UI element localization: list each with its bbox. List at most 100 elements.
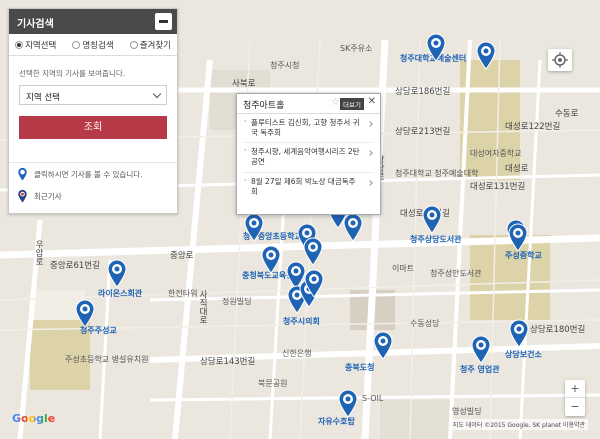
blue-pin-icon (304, 269, 324, 298)
article-label: 청주주성교 (80, 326, 117, 335)
article-pin[interactable] (260, 244, 282, 274)
place-label: SK주유소 (340, 44, 373, 53)
radio-dot (15, 40, 23, 49)
article-pin[interactable] (337, 388, 359, 418)
blue-pin-icon (75, 299, 95, 328)
article-pin[interactable] (470, 334, 492, 364)
article-search-panel: 기사검색 지역선택 명칭검색 즐겨찾기 선택한 지역의 기사를 보여줍니다. 지… (8, 8, 178, 214)
legend-item: 클릭하시면 기사를 볼 수 있습니다. (9, 163, 177, 185)
blue-pin-icon (373, 331, 393, 360)
blue-pin-icon (244, 213, 264, 242)
blue-pin-icon (508, 223, 528, 252)
zoom-out-button[interactable]: − (565, 398, 585, 416)
panel-title: 기사검색 (17, 19, 54, 30)
place-label: 이마트 (392, 264, 415, 273)
article-pin[interactable] (507, 222, 529, 252)
radio-favorites[interactable]: 즐겨찾기 (129, 39, 171, 51)
road-label: 상당로180번길 (530, 325, 586, 335)
zoom-in-button[interactable]: + (565, 380, 585, 398)
article-label: 충북도청 (345, 363, 375, 372)
blue-pin-icon (303, 237, 323, 266)
legend-text: 최근기사 (34, 191, 62, 201)
place-label: 한전타워 (168, 289, 198, 298)
article-pin[interactable] (508, 318, 530, 348)
crosshair-icon (552, 52, 568, 68)
chevron-right-icon (367, 121, 373, 127)
article-item[interactable]: 청주시향, 세계음악여행시리즈 2탄 공연 (243, 143, 374, 173)
place-label: 신한은행 (282, 349, 312, 358)
road-label: 대성로131번길 (470, 182, 526, 192)
map-block (380, 400, 450, 439)
article-label: 청주 영업관 (460, 365, 500, 374)
road-label: 사북로 (232, 79, 256, 89)
radio-dot (129, 40, 138, 49)
blue-pin-icon (476, 41, 496, 70)
zoom-control: + − (565, 380, 585, 416)
article-pin[interactable] (302, 236, 324, 266)
search-mode-radios: 지역선택 명칭검색 즐겨찾기 (9, 34, 177, 56)
panel-header: 기사검색 (9, 9, 177, 34)
google-wordmark: Google (12, 412, 56, 425)
article-pin[interactable] (425, 32, 447, 62)
google-logo: Google (12, 412, 55, 425)
search-button[interactable]: 조회 (19, 116, 167, 139)
blue-pin-icon (261, 245, 281, 274)
place-label: 정원빌딩 (222, 297, 252, 306)
article-pin[interactable] (74, 298, 96, 328)
chevron-right-icon (367, 150, 373, 157)
star-icon[interactable]: ☆ (331, 97, 340, 108)
place-label: 수동성당 (410, 319, 440, 328)
article-pin[interactable] (303, 268, 325, 298)
road-label: 사직대로 (197, 290, 208, 324)
place-label: 영성빌딩 (452, 407, 482, 416)
collapse-button[interactable] (155, 13, 172, 30)
blue-pin-icon (107, 259, 127, 288)
article-title: 8월 27일 제6회 박노상 대금독주회 (251, 176, 356, 196)
article-pin[interactable] (243, 212, 265, 242)
road-label: 상당로213번길 (395, 127, 451, 137)
place-label: 대성여자중학교 (470, 149, 522, 158)
road-label: 상당로186번길 (395, 87, 451, 97)
radio-region[interactable]: 지역선택 (15, 39, 57, 51)
article-pin[interactable] (106, 258, 128, 288)
popup-title: 청주아트홀 (243, 101, 285, 111)
article-pin[interactable] (421, 204, 443, 234)
chevron-right-icon (367, 179, 373, 186)
my-location-button[interactable] (548, 49, 572, 71)
article-item[interactable]: 8월 27일 제6회 박노상 대금독주회 (243, 173, 374, 201)
radio-name-search[interactable]: 명칭검색 (72, 39, 114, 51)
article-pin[interactable] (372, 330, 394, 360)
place-label: S-OIL (362, 394, 384, 403)
radio-label: 지역선택 (25, 40, 57, 51)
chevron-down-icon (152, 89, 162, 99)
road-label: 대성로 (505, 164, 529, 174)
blue-pin-icon (471, 335, 491, 364)
place-label: 청주대학교 청주예술대학 (395, 169, 479, 178)
article-label: 라이온스회관 (98, 289, 143, 298)
region-select-value: 지역 선택 (26, 93, 60, 103)
legend-text: 클릭하시면 기사를 볼 수 있습니다. (34, 169, 143, 179)
legend-item: 최근기사 (9, 185, 177, 207)
panel-hint: 선택한 지역의 기사를 보여줍니다. (19, 69, 126, 78)
road-label: 상당로143번길 (200, 357, 256, 367)
road-label: 우암로 (33, 240, 44, 266)
blue-pin-icon (343, 213, 363, 242)
road-label: 중앙로 (170, 251, 194, 261)
place-label: 북문공원 (258, 379, 288, 388)
article-item[interactable]: 플루티스트 김신회, 고향 청주서 귀국 독주회 (243, 114, 374, 144)
article-pin[interactable] (475, 40, 497, 70)
article-title: 플루티스트 김신회, 고향 청주서 귀국 독주회 (251, 118, 360, 138)
article-label: 청주시의회 (283, 317, 320, 326)
close-icon[interactable]: ✕ (368, 96, 376, 107)
more-button[interactable]: 더보기 (340, 98, 364, 110)
blue-pin-icon (509, 319, 529, 348)
map-attribution[interactable]: 지도 데이터 ©2015 Google, SK planet 이용약관 (449, 419, 588, 430)
radio-label: 명칭검색 (82, 40, 114, 51)
article-title: 청주시향, 세계음악여행시리즈 2탄 공연 (251, 147, 360, 167)
blue-pin-icon (426, 33, 446, 62)
road-label: 중앙로61번길 (50, 261, 100, 271)
article-pin[interactable] (342, 212, 364, 242)
region-select[interactable]: 지역 선택 (19, 85, 167, 105)
article-label: 상당보건소 (505, 350, 542, 359)
radio-label: 즐겨찾기 (139, 40, 171, 51)
